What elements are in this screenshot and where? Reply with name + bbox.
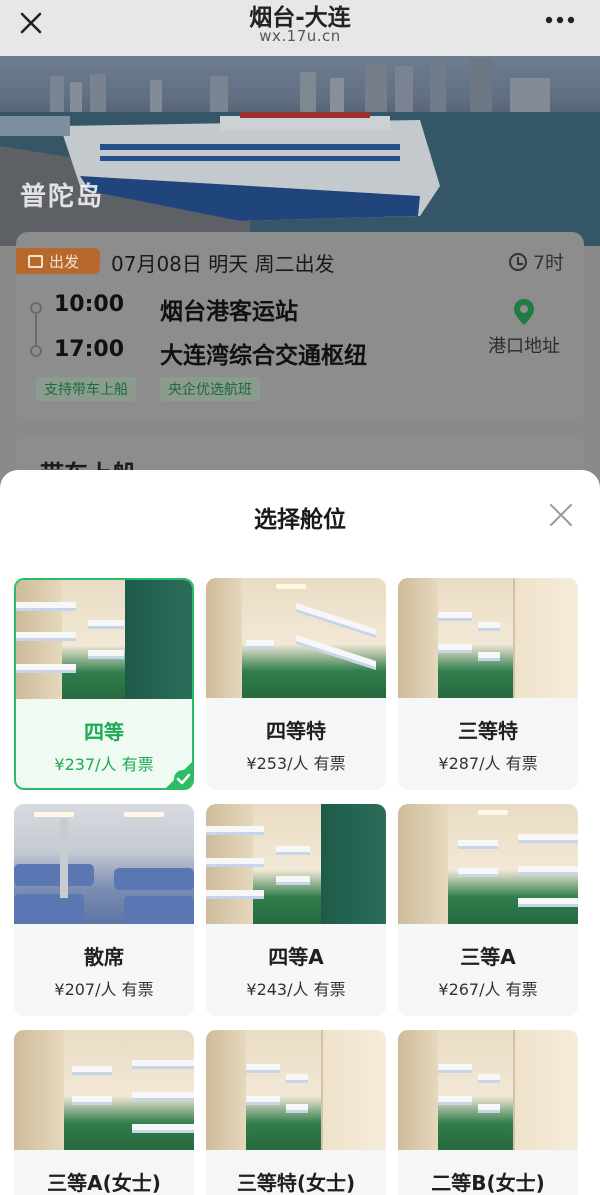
duration-label: 7时 [532,252,564,274]
arrive-port: 大连湾综合交通枢纽 [160,343,367,369]
route-line [35,314,37,346]
cabin-name: 二等B(女士) [431,1171,545,1195]
cabin-name: 四等特 [266,719,326,743]
depart-port: 烟台港客运站 [160,299,298,325]
cabin-option[interactable]: 四等A ¥243/人 有票 [206,804,386,1016]
location-pin-icon [513,298,535,325]
cabin-option[interactable]: 二等B(女士) [398,1030,578,1195]
tag-car-boarding: 支持带车上船 [36,377,136,401]
cabin-photo [14,1030,194,1150]
cabin-photo [14,804,194,924]
cabin-option[interactable]: 散席 ¥207/人 有票 [14,804,194,1016]
cabin-photo [206,1030,386,1150]
depart-tag: 出发 [16,248,100,274]
close-icon[interactable] [548,502,574,528]
more-dots-icon[interactable] [540,4,580,36]
port-address-button[interactable]: 港口地址 [484,298,564,358]
cabin-name: 三等A [460,945,516,969]
tag-preferred-route: 央企优选航班 [160,377,260,401]
cabin-option[interactable]: 四等 ¥237/人 有票 [14,578,194,790]
cabin-name: 散席 [84,945,124,969]
cabin-photo [206,578,386,698]
cabin-name: 三等特 [458,719,518,743]
page-domain: wx.17u.cn [259,27,341,45]
departure-date: 07月08日 明天 周二出发 [111,252,335,276]
route-dot-start [30,302,42,314]
cabin-photo [398,578,578,698]
trip-info-card: 出发 07月08日 明天 周二出发 7时 10:00 17:00 烟台港客运站 … [16,232,584,422]
cabin-option[interactable]: 四等特 ¥253/人 有票 [206,578,386,790]
cabin-name: 四等 [84,720,124,744]
top-nav-bar: 烟台-大连 wx.17u.cn [0,0,600,56]
cabin-price: ¥287/人 有票 [438,754,538,773]
route-dot-end [30,345,42,357]
cabin-select-sheet: 选择舱位 四等 ¥237/人 有票 四等特 ¥253/人 有票 三等特 ¥287… [0,470,600,1195]
cabin-price: ¥243/人 有票 [246,980,346,999]
sheet-title: 选择舱位 [254,507,346,533]
ship-name: 普陀岛 [20,182,105,212]
check-icon [164,760,192,788]
cabin-photo [16,580,192,699]
depart-time: 10:00 [54,292,125,317]
cabin-option[interactable]: 三等特 ¥287/人 有票 [398,578,578,790]
cabin-photo [398,1030,578,1150]
cabin-name: 四等A [268,945,324,969]
ship-hero-image: 普陀岛 [0,56,600,246]
cabin-price: ¥207/人 有票 [54,980,154,999]
cabin-name: 三等特(女士) [236,1171,356,1195]
hero-dim-overlay [0,56,600,246]
trip-duration: 7时 [508,248,564,275]
calendar-icon [28,254,43,268]
cabin-option[interactable]: 三等A ¥267/人 有票 [398,804,578,1016]
arrive-time: 17:00 [54,337,125,362]
cabin-photo [398,804,578,924]
clock-icon [508,252,527,271]
depart-tag-label: 出发 [49,252,80,271]
cabin-option[interactable]: 三等特(女士) [206,1030,386,1195]
cabin-name: 三等A(女士) [47,1171,161,1195]
port-address-label: 港口地址 [488,336,560,357]
cabin-photo [206,804,386,924]
cabin-price: ¥267/人 有票 [438,980,538,999]
cabin-option[interactable]: 三等A(女士) [14,1030,194,1195]
cabin-price: ¥253/人 有票 [246,754,346,773]
